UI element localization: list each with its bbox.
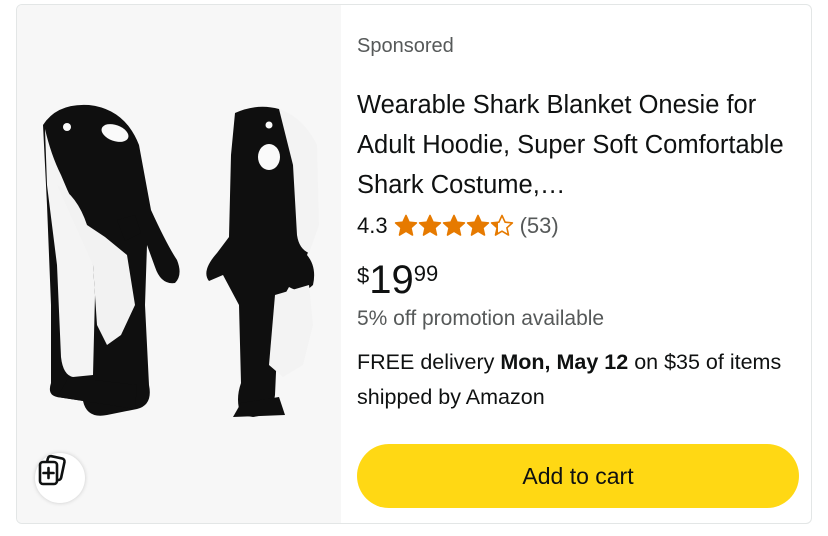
product-card[interactable]: Sponsored Wearable Shark Blanket Onesie … bbox=[16, 4, 812, 524]
compare-cards-plus-icon bbox=[38, 454, 66, 486]
review-count: (53) bbox=[519, 213, 559, 238]
product-info: Sponsored Wearable Shark Blanket Onesie … bbox=[357, 5, 799, 523]
promotion-text: 5% off promotion available bbox=[357, 307, 605, 330]
star-rating bbox=[394, 214, 514, 238]
star-icon bbox=[418, 214, 441, 236]
price-whole: 19 bbox=[369, 258, 414, 302]
sponsored-label: Sponsored bbox=[357, 35, 454, 57]
add-to-cart-button[interactable]: Add to cart bbox=[357, 444, 799, 508]
delivery-prefix: FREE delivery bbox=[357, 350, 501, 374]
product-image[interactable] bbox=[17, 5, 341, 523]
delivery-date: Mon, May 12 bbox=[500, 350, 629, 374]
star-icon bbox=[490, 214, 513, 236]
price: $ 19 99 bbox=[357, 257, 438, 303]
rating-value: 4.3 bbox=[357, 213, 388, 238]
product-title-link[interactable]: Wearable Shark Blanket Onesie for Adult … bbox=[357, 85, 805, 205]
compare-button[interactable] bbox=[35, 453, 85, 503]
star-icon bbox=[466, 214, 489, 236]
rating-row[interactable]: 4.3 (53) bbox=[357, 210, 559, 242]
delivery-info: FREE delivery Mon, May 12 on $35 of item… bbox=[357, 345, 797, 415]
price-fraction: 99 bbox=[413, 261, 439, 286]
star-icon bbox=[394, 214, 417, 236]
price-symbol: $ bbox=[357, 263, 370, 288]
star-icon bbox=[442, 214, 465, 236]
orca-onesie-image bbox=[43, 104, 319, 417]
